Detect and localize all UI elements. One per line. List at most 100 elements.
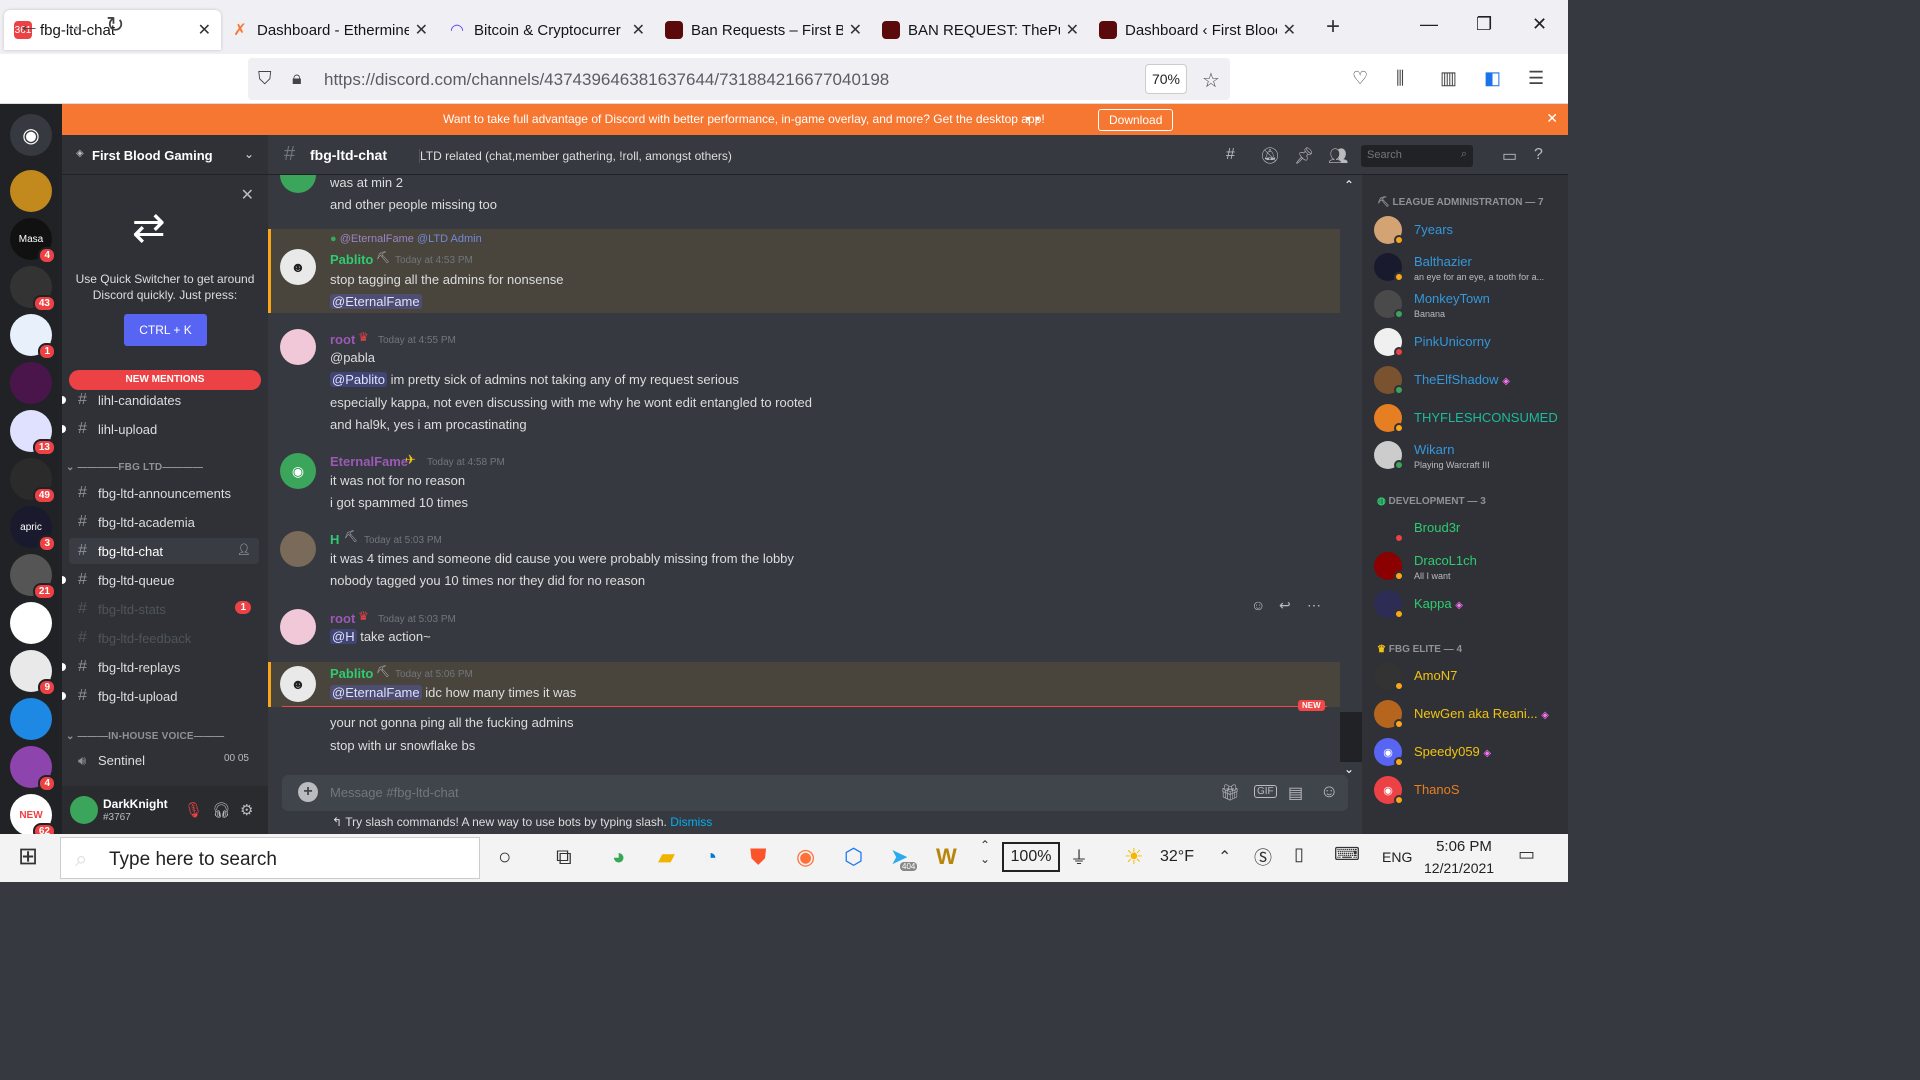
back-icon[interactable]: ← — [18, 12, 40, 38]
notifications-icon[interactable]: ▭ — [1518, 844, 1535, 865]
member-item[interactable]: MonkeyTown Banana — [1374, 287, 1564, 323]
skype-icon[interactable]: Ⓢ — [1254, 844, 1272, 870]
author-name[interactable]: Pablito — [330, 252, 373, 267]
member-item[interactable]: Balthazier an eye for an eye, a tooth for… — [1374, 250, 1564, 286]
member-item[interactable]: PinkUnicorny — [1374, 325, 1564, 361]
pocket-icon[interactable]: ♡ — [1352, 68, 1368, 89]
server-icon[interactable]: 43 — [10, 266, 56, 312]
cortana-icon[interactable]: ○ — [498, 844, 511, 870]
clock-date[interactable]: 12/21/2021 — [1424, 860, 1494, 876]
server-icon[interactable]: 21 — [10, 554, 56, 600]
channel-lihl-candidates[interactable]: # lihl-candidates — [62, 387, 259, 413]
channel-fbg-ltd-announcements[interactable]: # fbg-ltd-announcements — [69, 480, 259, 506]
clock-time[interactable]: 5:06 PM — [1434, 838, 1494, 855]
close-tab-icon[interactable]: ✕ — [198, 20, 211, 40]
tab-ban-request[interactable]: BAN REQUEST: ThePur ✕ — [872, 10, 1089, 50]
chrome-icon[interactable]: ◕ — [612, 844, 625, 870]
bookmark-star-icon[interactable]: ☆ — [1202, 68, 1220, 93]
invite-icon[interactable]: 👤︎ — [237, 543, 251, 556]
forward-icon[interactable]: → — [62, 12, 84, 38]
download-button[interactable]: Download — [1098, 109, 1174, 131]
more-icon[interactable]: ⋯ — [1307, 597, 1321, 614]
member-item[interactable]: THYFLESHCONSUMED — [1374, 401, 1564, 437]
restore-icon[interactable]: ❐ — [1476, 14, 1492, 35]
avatar[interactable]: ☻ — [280, 249, 316, 285]
user-mention[interactable]: @EternalFame — [330, 294, 422, 309]
tab-ban-requests[interactable]: Ban Requests – First Bl ✕ — [655, 10, 872, 50]
server-icon[interactable] — [10, 170, 52, 212]
reply-icon[interactable]: ↩ — [1279, 597, 1291, 614]
member-item[interactable]: DracoL1ch All I want — [1374, 549, 1564, 585]
avatar[interactable] — [280, 329, 316, 365]
reload-icon[interactable]: ↻ — [106, 12, 124, 38]
task-view-icon[interactable]: ⧉ — [556, 844, 572, 870]
server-icon[interactable] — [10, 698, 52, 740]
voice-channel-sentinel[interactable]: 🔊︎ Sentinel 00 05 — [69, 747, 259, 773]
menu-icon[interactable]: ☰ — [1528, 68, 1544, 89]
threads-icon[interactable]: # — [1226, 146, 1235, 164]
edge-icon[interactable]: ◔ — [704, 844, 717, 870]
category-fbg-ltd[interactable]: ⌄ ————FBG LTD———— — [66, 462, 256, 473]
channel-topic[interactable]: LTD related (chat,member gathering, !rol… — [419, 149, 732, 163]
close-window-icon[interactable]: ✕ — [1532, 14, 1547, 35]
help-icon[interactable]: ? — [1534, 146, 1543, 164]
server-icon[interactable] — [10, 362, 52, 404]
server-icon[interactable]: apric 3 — [10, 506, 56, 552]
guild-name[interactable]: First Blood Gaming — [62, 135, 268, 175]
avatar[interactable]: ☻ — [280, 666, 316, 702]
member-item[interactable]: ◉ Speedy059 ◈ — [1374, 735, 1564, 771]
scroll-down-icon[interactable]: ⌄ — [1344, 762, 1354, 776]
shortcut-button[interactable]: CTRL + K — [124, 314, 207, 346]
emoji-icon[interactable]: ☺ — [1320, 781, 1338, 802]
chevron-down-icon[interactable]: ⌄ — [244, 147, 254, 161]
close-tip-icon[interactable]: ✕ — [241, 185, 254, 205]
close-tab-icon[interactable]: ✕ — [1066, 20, 1079, 40]
gif-icon[interactable]: GIF — [1254, 785, 1277, 798]
taskbar-search[interactable]: ⌕ Type here to search — [60, 837, 480, 879]
channel-fbg-ltd-feedback[interactable]: # fbg-ltd-feedback — [69, 625, 259, 651]
member-list-icon[interactable]: 👥︎ — [1328, 146, 1348, 166]
sticker-icon[interactable]: ▤ — [1288, 783, 1303, 803]
tab-bitcoin[interactable]: ◠ Bitcoin & Cryptocurrer ✕ — [438, 10, 655, 50]
author-name[interactable]: Pablito — [330, 666, 373, 681]
server-icon[interactable]: 13 — [10, 410, 56, 456]
weather-icon[interactable]: ☀ — [1124, 844, 1144, 870]
author-name[interactable]: H — [330, 532, 339, 547]
close-tab-icon[interactable]: ✕ — [632, 20, 645, 40]
message-item[interactable]: ● @EternalFame @LTD Admin ☻ Pablito ⛏ To… — [268, 229, 1340, 313]
warcraft-icon[interactable]: W — [936, 844, 957, 870]
avatar[interactable] — [280, 175, 316, 193]
user-mention[interactable]: @H — [330, 629, 357, 644]
server-icon[interactable]: 4 — [10, 746, 56, 792]
server-icon[interactable]: NEW 62 — [10, 794, 56, 840]
category-in-house-voice[interactable]: ⌄ ———IN-HOUSE VOICE——— — [66, 731, 256, 742]
close-banner-icon[interactable]: ✕ — [1546, 110, 1558, 127]
message-item[interactable]: ☻ Pablito ⛏ Today at 5:06 PM @EternalFam… — [268, 662, 1340, 707]
pin-icon[interactable]: 📌︎ — [1294, 146, 1314, 166]
channel-fbg-ltd-upload[interactable]: # fbg-ltd-upload — [62, 683, 259, 709]
brave-icon[interactable]: ⛊ — [750, 844, 767, 870]
close-tab-icon[interactable]: ✕ — [415, 20, 428, 40]
gear-icon[interactable]: ⚙ — [240, 801, 253, 819]
keyboard-icon[interactable]: ⌨ — [1334, 844, 1360, 865]
avatar[interactable] — [280, 609, 316, 645]
discord-home-icon[interactable]: ◉ — [10, 114, 52, 156]
member-item[interactable]: NewGen aka Reani... ◈ — [1374, 697, 1564, 733]
author-name[interactable]: EternalFame — [330, 454, 408, 469]
avatar[interactable] — [280, 531, 316, 567]
search-input[interactable]: Search ⌕ — [1361, 145, 1473, 167]
member-item[interactable]: Kappa ◈ — [1374, 587, 1564, 623]
windows-start-icon[interactable]: ⊞ — [18, 842, 38, 871]
mic-muted-icon[interactable]: 🎙︎ — [184, 801, 203, 819]
member-item[interactable]: 7years — [1374, 213, 1564, 249]
server-icon[interactable]: Masa 4 — [10, 218, 56, 264]
inbox-icon[interactable]: ▭ — [1502, 146, 1517, 166]
close-tab-icon[interactable]: ✕ — [1283, 20, 1296, 40]
chevron-up-icon[interactable]: ⌃ — [1218, 847, 1231, 867]
channel-fbg-ltd-stats[interactable]: # fbg-ltd-stats 1 — [69, 596, 259, 622]
minimize-icon[interactable]: — — [1420, 14, 1438, 35]
upload-plus-icon[interactable]: + — [298, 782, 318, 802]
scroll-up-icon[interactable]: ⌃ — [1344, 178, 1354, 192]
weather-temp[interactable]: 32°F — [1160, 848, 1194, 866]
user-mention[interactable]: @Pablito — [330, 372, 387, 387]
